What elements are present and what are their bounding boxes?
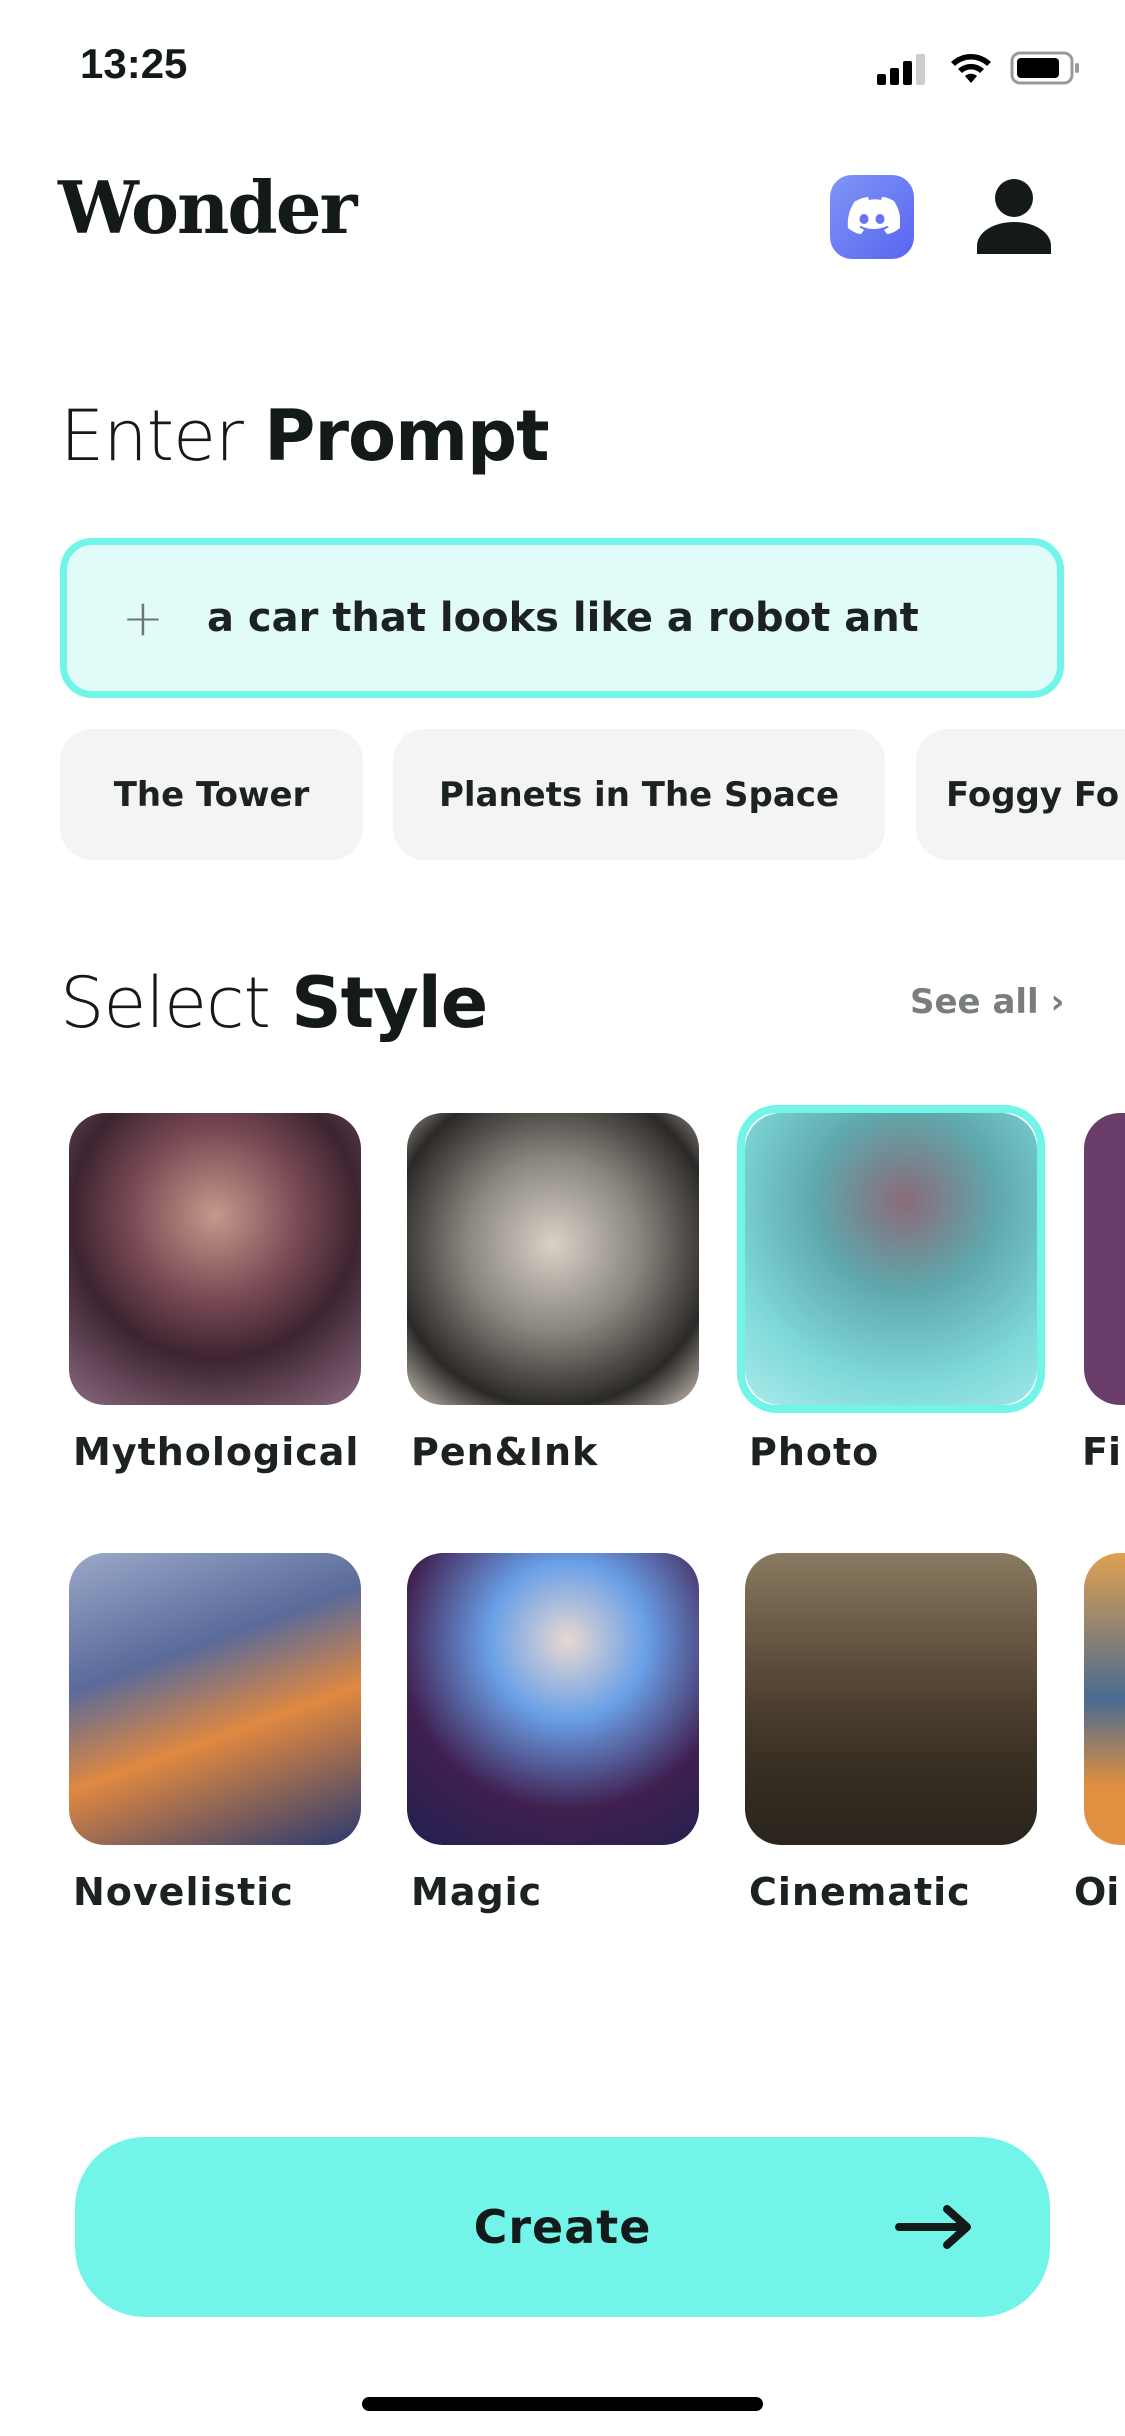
discord-button[interactable] bbox=[830, 175, 914, 259]
style-thumb-photo[interactable] bbox=[745, 1113, 1037, 1405]
style-thumb-mythological[interactable] bbox=[69, 1113, 361, 1405]
style-thumb-fi[interactable] bbox=[1084, 1113, 1125, 1405]
plus-icon[interactable]: + bbox=[122, 589, 207, 647]
suggestion-chip[interactable]: The Tower bbox=[60, 729, 363, 860]
prompt-input[interactable]: + a car that looks like a robot ant bbox=[60, 538, 1064, 698]
style-label: Mythological bbox=[73, 1430, 360, 1474]
wifi-icon bbox=[948, 50, 994, 90]
profile-button[interactable] bbox=[975, 178, 1053, 258]
style-label: Magic bbox=[411, 1870, 543, 1914]
heading-light: Select bbox=[60, 962, 271, 1044]
style-thumb-novelistic[interactable] bbox=[69, 1553, 361, 1845]
discord-icon bbox=[847, 197, 900, 234]
create-label: Create bbox=[473, 2200, 652, 2254]
chevron-right-icon: › bbox=[1050, 982, 1065, 1022]
app-logo: Wonder bbox=[58, 165, 357, 250]
style-label: Fi bbox=[1082, 1430, 1121, 1474]
see-all-link[interactable]: See all › bbox=[910, 982, 1065, 1022]
style-thumb-pen-ink[interactable] bbox=[407, 1113, 699, 1405]
style-thumb-oil[interactable] bbox=[1084, 1553, 1125, 1845]
style-label: Novelistic bbox=[73, 1870, 294, 1914]
create-button[interactable]: Create bbox=[75, 2137, 1050, 2317]
heading-bold: Prompt bbox=[264, 395, 549, 477]
home-indicator[interactable] bbox=[362, 2397, 763, 2411]
heading-bold: Style bbox=[291, 962, 488, 1044]
style-label: Photo bbox=[749, 1430, 880, 1474]
style-thumb-cinematic[interactable] bbox=[745, 1553, 1037, 1845]
arrow-right-icon bbox=[895, 2205, 971, 2249]
style-thumb-magic[interactable] bbox=[407, 1553, 699, 1845]
signal-icon bbox=[875, 52, 931, 90]
see-all-label: See all bbox=[910, 982, 1039, 1022]
style-label: Oi bbox=[1074, 1870, 1120, 1914]
status-time: 13:25 bbox=[80, 40, 188, 87]
style-label: Cinematic bbox=[749, 1870, 971, 1914]
user-icon bbox=[977, 179, 1051, 254]
battery-icon bbox=[1010, 51, 1082, 89]
style-label: Pen&Ink bbox=[411, 1430, 599, 1474]
style-heading: Select Style bbox=[60, 962, 488, 1044]
prompt-value: a car that looks like a robot ant bbox=[207, 595, 919, 641]
suggestion-chip[interactable]: Foggy Fo bbox=[916, 729, 1125, 860]
prompt-heading: Enter Prompt bbox=[60, 395, 550, 477]
suggestion-chip[interactable]: Planets in The Space bbox=[393, 729, 885, 860]
heading-light: Enter bbox=[60, 395, 244, 477]
